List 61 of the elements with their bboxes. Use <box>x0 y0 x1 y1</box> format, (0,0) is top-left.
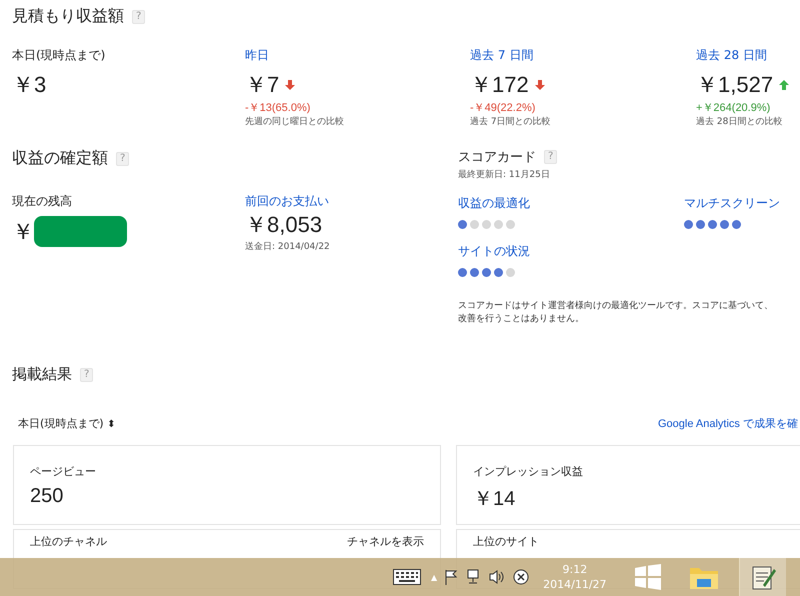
balance-label: 現在の残高 <box>12 193 72 210</box>
period-label[interactable]: 過去 28 日間 <box>696 47 767 64</box>
score-dot <box>482 220 491 229</box>
score-link[interactable]: マルチスクリーン <box>684 195 800 212</box>
score-dot <box>732 220 741 229</box>
comparison-note: 先週の同じ曜日との比較 <box>245 116 344 128</box>
comparison-note: 過去 7日間との比較 <box>470 116 551 128</box>
section-title: 収益の確定額 <box>12 148 108 169</box>
period-label[interactable]: 昨日 <box>245 47 269 64</box>
flag-icon[interactable] <box>445 569 460 585</box>
score-dot <box>494 220 503 229</box>
channels-link[interactable]: チャネルを表示 <box>347 536 424 548</box>
metric-value: ￥14 <box>473 487 516 512</box>
volume-icon[interactable] <box>489 569 506 585</box>
date-range-dropdown[interactable]: 本日(現時点まで) ⬍ <box>12 416 116 431</box>
period-label[interactable]: 過去 7 日間 <box>470 47 534 64</box>
score-dot <box>708 220 717 229</box>
score-link[interactable]: サイトの状況 <box>458 243 684 260</box>
score-dot <box>506 268 515 277</box>
score-dot <box>506 220 515 229</box>
comparison-note: 過去 28日間との比較 <box>696 116 782 128</box>
network-icon[interactable] <box>467 569 482 585</box>
amount: ￥7 <box>245 71 280 99</box>
score-dot <box>470 268 479 277</box>
score-dot <box>494 268 503 277</box>
keyboard-icon[interactable] <box>393 569 421 585</box>
metric-label: インプレッション収益 <box>473 464 584 479</box>
currency-sign: ￥ <box>12 218 34 246</box>
section-title: スコアカード <box>458 149 536 166</box>
score-dot <box>458 268 467 277</box>
section-title: 見積もり収益額 <box>12 6 124 27</box>
clock-time: 9:12 <box>562 562 588 577</box>
clock-date: 2014/11/27 <box>543 577 607 592</box>
score-dot <box>696 220 705 229</box>
analytics-link[interactable]: Google Analytics で成果を確 <box>658 416 798 431</box>
card-title: 上位のチャネル <box>30 536 107 548</box>
amount: ￥1,527 <box>696 71 774 99</box>
score-link[interactable]: 収益の最適化 <box>458 195 684 212</box>
score-dot <box>470 220 479 229</box>
change-text: +￥264(20.9%) <box>696 101 770 115</box>
metric-label: ページビュー <box>30 464 97 479</box>
metric-value: 250 <box>30 485 64 508</box>
amount: ￥172 <box>470 71 529 99</box>
close-icon[interactable] <box>513 569 530 585</box>
scorecard-description: 改善を行うことはありません。 <box>458 312 585 325</box>
score-dot <box>684 220 693 229</box>
payment-date: 送金日: 2014/04/22 <box>245 240 330 253</box>
card-title: 上位のサイト <box>473 536 539 548</box>
last-payment-link[interactable]: 前回のお支払い <box>245 193 329 210</box>
change-text: -￥49(22.2%) <box>470 101 536 115</box>
updated-date: 最終更新日: 11月25日 <box>458 168 551 181</box>
amount: ￥3 <box>12 71 46 99</box>
scorecard-description: スコアカードはサイト運営者様向けの最適化ツールです。スコアに基づいて、 <box>458 300 774 312</box>
score-dot <box>458 220 467 229</box>
change-text: -￥13(65.0%) <box>245 101 310 115</box>
amount: ￥8,053 <box>245 211 322 239</box>
period-label: 本日(現時点まで) <box>12 47 106 64</box>
section-title: 掲載結果 <box>12 365 72 384</box>
notepad-app-button[interactable] <box>738 558 786 596</box>
score-dot <box>482 268 491 277</box>
score-dot <box>720 220 729 229</box>
